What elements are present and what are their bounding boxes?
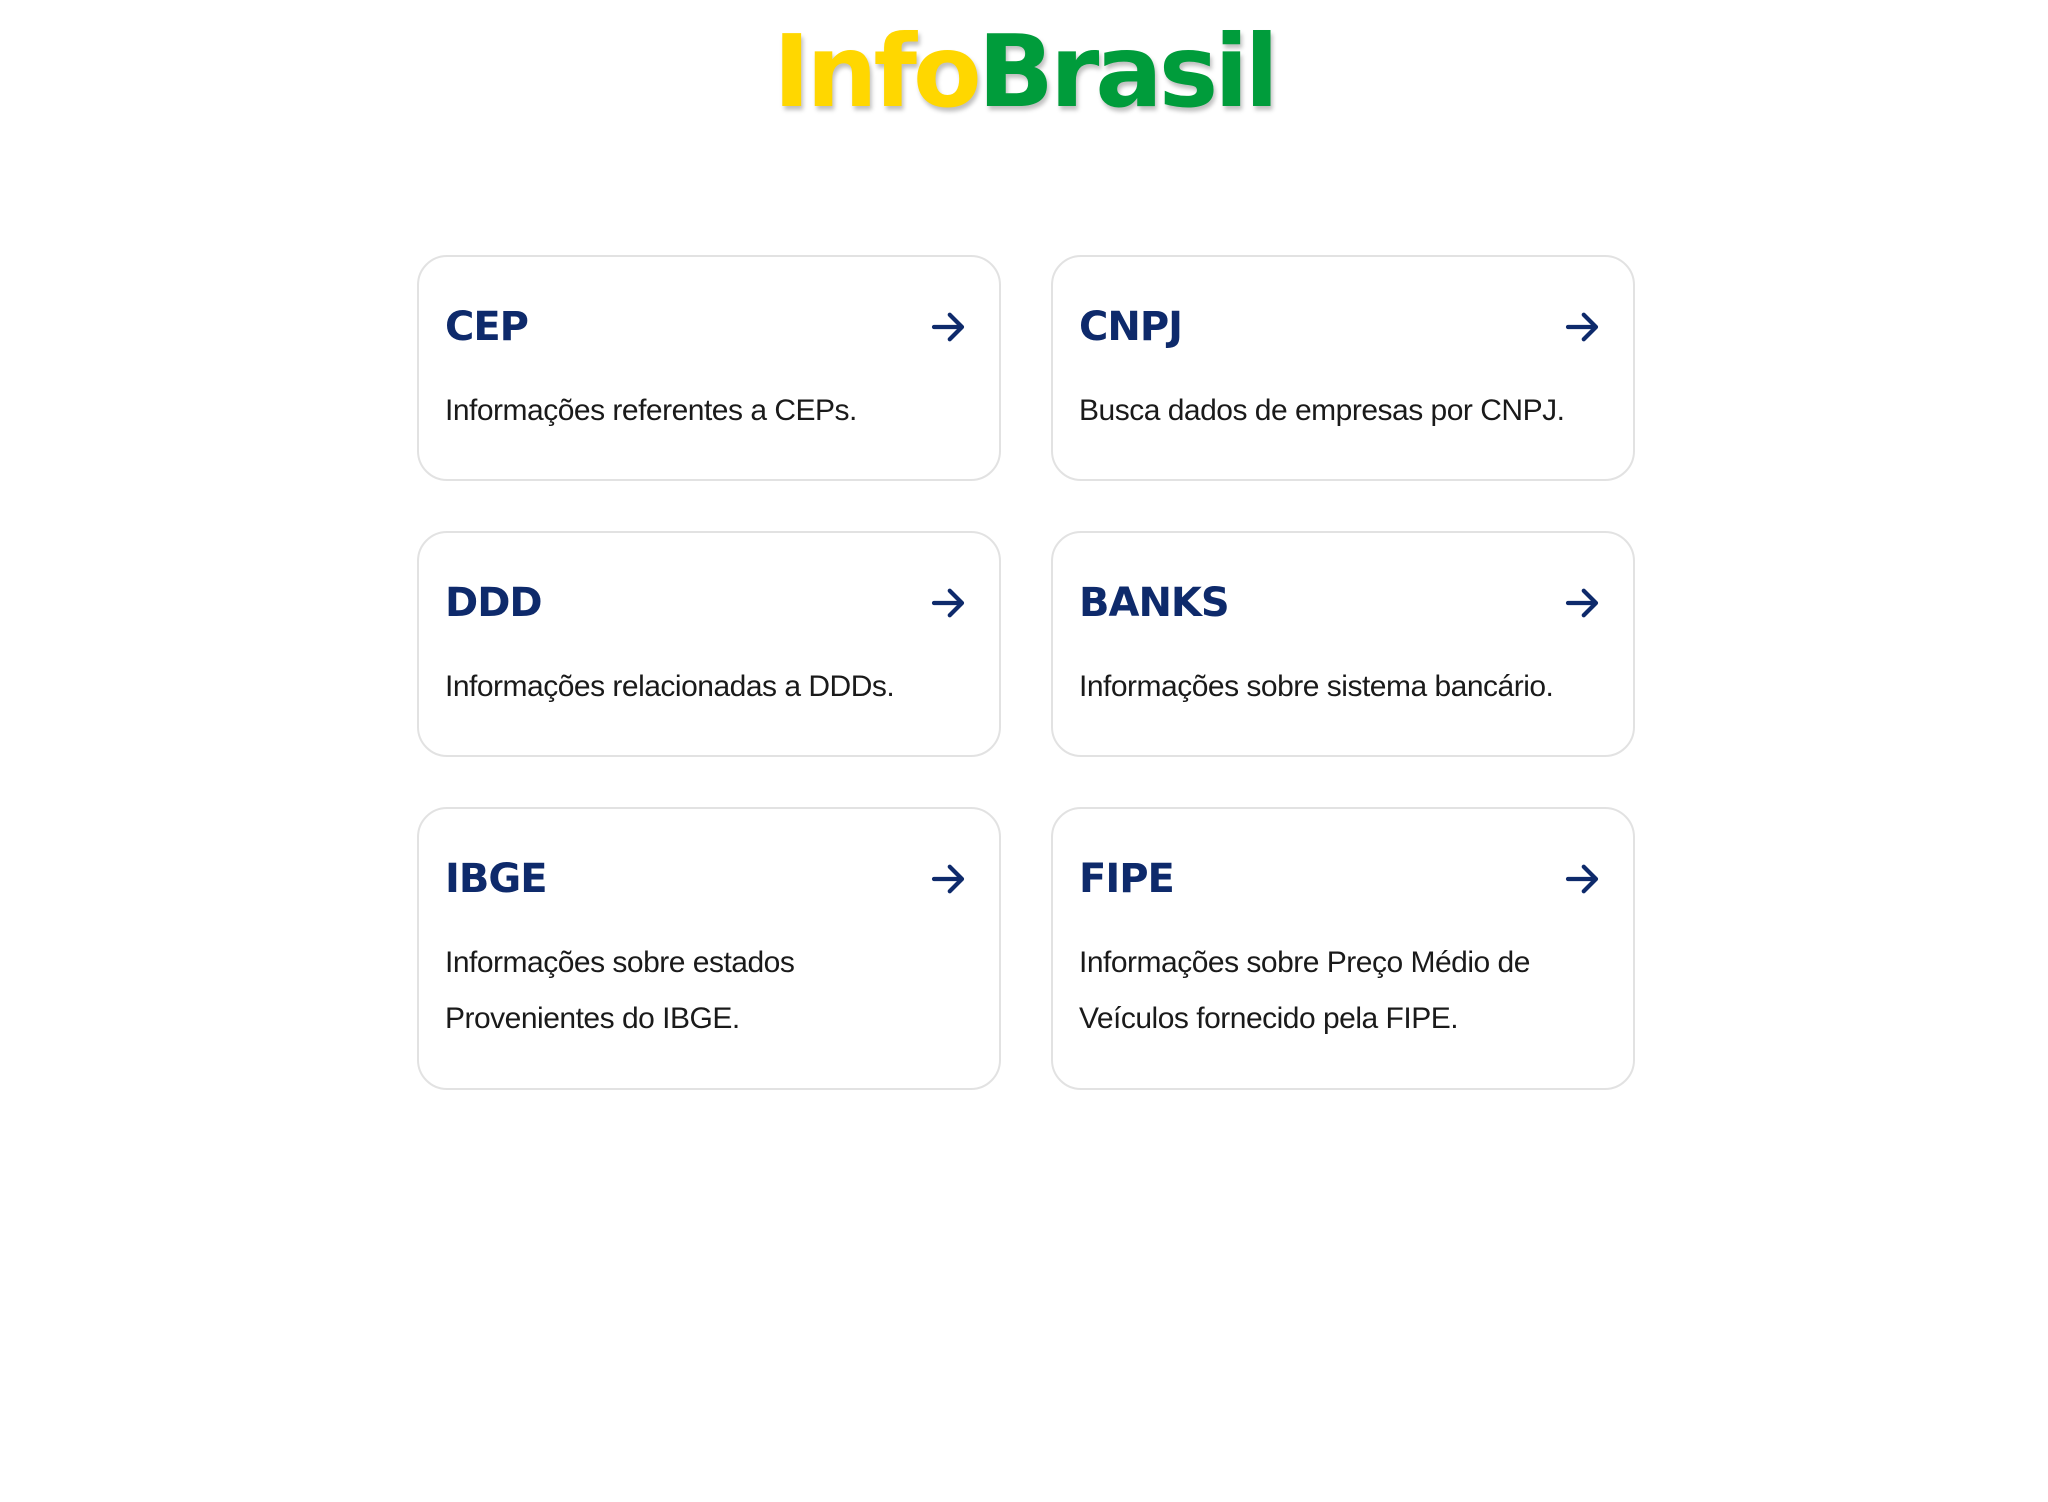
- infobrasil-logo[interactable]: InfoBrasil: [0, 22, 2048, 122]
- logo-part-brasil: Brasil: [977, 13, 1279, 130]
- card-ibge[interactable]: IBGE Informações sobre estados Provenien…: [417, 807, 1001, 1090]
- card-header: IBGE: [445, 855, 969, 903]
- card-description: Informações referentes a CEPs.: [445, 394, 857, 427]
- card-description: Busca dados de empresas por CNPJ.: [1079, 394, 1565, 427]
- card-title: BANKS: [1079, 580, 1230, 626]
- arrow-right-icon[interactable]: [1561, 858, 1603, 900]
- arrow-right-icon[interactable]: [1561, 582, 1603, 624]
- arrow-right-icon[interactable]: [927, 858, 969, 900]
- card-title: DDD: [445, 580, 543, 626]
- card-banks[interactable]: BANKS Informações sobre sistema bancário…: [1051, 531, 1635, 757]
- services-grid: CEP Informações referentes a CEPs. CNPJ …: [417, 255, 1635, 1090]
- arrow-right-icon[interactable]: [927, 582, 969, 624]
- card-cnpj[interactable]: CNPJ Busca dados de empresas por CNPJ.: [1051, 255, 1635, 481]
- card-fipe[interactable]: FIPE Informações sobre Preço Médio de Ve…: [1051, 807, 1635, 1090]
- card-title: CNPJ: [1079, 304, 1183, 350]
- arrow-right-icon[interactable]: [1561, 306, 1603, 348]
- page: InfoBrasil CEP Informações referentes a …: [0, 0, 2048, 1502]
- card-description: Informações sobre estados Provenientes d…: [445, 946, 795, 1035]
- card-description: Informações relacionadas a DDDs.: [445, 670, 895, 703]
- card-header: FIPE: [1079, 855, 1603, 903]
- card-title: FIPE: [1079, 856, 1175, 902]
- card-header: CNPJ: [1079, 303, 1603, 351]
- card-title: IBGE: [445, 856, 548, 902]
- card-description: Informações sobre sistema bancário.: [1079, 670, 1554, 703]
- card-header: BANKS: [1079, 579, 1603, 627]
- arrow-right-icon[interactable]: [927, 306, 969, 348]
- logo-part-info: Info: [773, 13, 982, 130]
- card-cep[interactable]: CEP Informações referentes a CEPs.: [417, 255, 1001, 481]
- card-header: DDD: [445, 579, 969, 627]
- card-title: CEP: [445, 304, 529, 350]
- card-ddd[interactable]: DDD Informações relacionadas a DDDs.: [417, 531, 1001, 757]
- card-header: CEP: [445, 303, 969, 351]
- card-description: Informações sobre Preço Médio de Veículo…: [1079, 946, 1530, 1035]
